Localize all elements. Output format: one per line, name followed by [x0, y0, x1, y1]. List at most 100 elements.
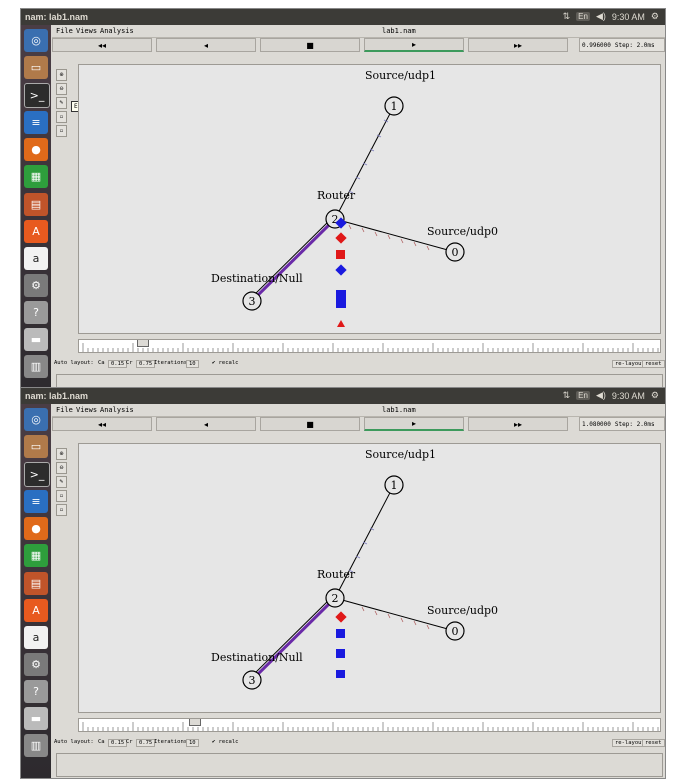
drive-icon[interactable]: ▬ — [24, 328, 48, 351]
zoom-out-icon[interactable]: ⊖ — [56, 462, 67, 474]
trash-icon[interactable]: ▥ — [24, 355, 48, 378]
drive-icon[interactable]: ▬ — [24, 707, 48, 730]
software-center-icon[interactable]: A — [24, 599, 48, 622]
dash-icon[interactable]: ◎ — [24, 408, 48, 431]
reset-button[interactable]: reset — [642, 360, 665, 368]
zoom-in-icon[interactable]: ⊕ — [56, 69, 67, 81]
select-icon[interactable]: ▫ — [56, 490, 67, 502]
cr-field[interactable]: 0.75 — [136, 739, 156, 747]
menu-file[interactable]: File — [56, 406, 73, 414]
stop-button[interactable]: ■ — [260, 417, 360, 431]
move-icon[interactable]: ▫ — [56, 504, 67, 516]
impress-icon[interactable]: ▤ — [24, 572, 48, 595]
recalc-checkbox[interactable]: ✔ recalc — [212, 739, 239, 745]
time-slider[interactable] — [189, 719, 201, 726]
firefox-icon[interactable]: ● — [24, 517, 48, 540]
fast-forward-button[interactable]: ▸▸ — [468, 417, 568, 431]
volume-icon[interactable]: ◀) — [596, 390, 606, 401]
menu-analysis[interactable]: Analysis — [100, 406, 134, 414]
move-icon[interactable]: ▫ — [56, 125, 67, 137]
label-destination-null: Destination/Null — [211, 651, 303, 664]
help-icon[interactable]: ? — [24, 301, 48, 324]
recalc-checkbox[interactable]: ✔ recalc — [212, 360, 239, 366]
step-back-button[interactable]: ◂ — [156, 417, 256, 431]
amazon-icon[interactable]: a — [24, 626, 48, 649]
files-icon[interactable]: ▭ — [24, 435, 48, 458]
settings-gear-icon[interactable]: ⚙ — [651, 390, 659, 401]
ca-field[interactable]: 0.15 — [108, 739, 128, 747]
cr-field[interactable]: 0.75 — [136, 360, 156, 368]
play-button[interactable]: ▸ — [364, 417, 464, 431]
launcher: ◎ ▭ >_ ≡ ● ▦ ▤ A a ⚙ ? ▬ ▥ — [21, 404, 51, 778]
writer-icon[interactable]: ≡ — [24, 111, 48, 134]
amazon-icon[interactable]: a — [24, 247, 48, 270]
calc-icon[interactable]: ▦ — [24, 544, 48, 567]
zoom-in-icon[interactable]: ⊕ — [56, 448, 67, 460]
step-value[interactable]: Step: 2.0ms — [615, 42, 655, 49]
network-icon[interactable]: ⇅ — [563, 11, 571, 22]
settings-gear-icon[interactable]: ⚙ — [651, 11, 659, 22]
stop-button[interactable]: ■ — [260, 38, 360, 52]
network-icon[interactable]: ⇅ — [563, 390, 571, 401]
iterations-label: Iterations — [154, 739, 188, 745]
annotation-panel[interactable] — [56, 753, 663, 777]
auto-layout-label: Auto layout: — [54, 360, 94, 366]
volume-icon[interactable]: ◀) — [596, 11, 606, 22]
iterations-label: Iterations — [154, 360, 188, 366]
menu-analysis[interactable]: Analysis — [100, 27, 134, 35]
edit-view-icon[interactable]: ✎ — [56, 97, 67, 109]
timeline[interactable] — [78, 339, 661, 353]
menu-file[interactable]: File — [56, 27, 73, 35]
menu-views[interactable]: Views — [76, 27, 97, 35]
clock[interactable]: 9:30 AM — [612, 391, 645, 401]
layout-bar: Auto layout: Ca 0.15 Cr 0.75 Iterations … — [52, 736, 665, 748]
label-source-udp0: Source/udp0 — [427, 604, 498, 617]
writer-icon[interactable]: ≡ — [24, 490, 48, 513]
nam-window: File Views Analysis lab1.nam ◂◂ ◂ ■ ▸ ▸▸… — [52, 25, 665, 399]
select-icon[interactable]: ▫ — [56, 111, 67, 123]
firefox-icon[interactable]: ● — [24, 138, 48, 161]
nam-window: File Views Analysis lab1.nam ◂◂ ◂ ■ ▸ ▸▸… — [52, 404, 665, 778]
ca-field[interactable]: 0.15 — [108, 360, 128, 368]
rewind-button[interactable]: ◂◂ — [52, 417, 152, 431]
help-icon[interactable]: ? — [24, 680, 48, 703]
keyboard-indicator[interactable]: En — [576, 391, 590, 400]
network-canvas[interactable]: 1 2 0 3 Source/udp1 Router Source/udp0 D… — [78, 443, 661, 713]
settings-icon[interactable]: ⚙ — [24, 274, 48, 297]
link-2-3-outline — [249, 216, 334, 300]
packet-blue — [336, 290, 346, 308]
fast-forward-button[interactable]: ▸▸ — [468, 38, 568, 52]
files-icon[interactable]: ▭ — [24, 56, 48, 79]
iterations-field[interactable]: 10 — [186, 360, 199, 368]
link-2-3 — [250, 596, 337, 682]
time-slider[interactable] — [137, 340, 149, 347]
edit-tools: ⊕ ⊖ ✎ ▫ ▫ — [56, 448, 68, 518]
calc-icon[interactable]: ▦ — [24, 165, 48, 188]
rewind-button[interactable]: ◂◂ — [52, 38, 152, 52]
network-canvas[interactable]: 1 2 0 3 Source/udp1 Router Source/udp0 D… — [78, 64, 661, 334]
system-tray: ⇅ En ◀) 9:30 AM ⚙ — [563, 390, 659, 401]
clock[interactable]: 9:30 AM — [612, 12, 645, 22]
settings-icon[interactable]: ⚙ — [24, 653, 48, 676]
step-value[interactable]: Step: 2.0ms — [615, 421, 655, 428]
impress-icon[interactable]: ▤ — [24, 193, 48, 216]
dash-icon[interactable]: ◎ — [24, 29, 48, 52]
play-button[interactable]: ▸ — [364, 38, 464, 52]
terminal-icon[interactable]: >_ — [24, 83, 50, 108]
reset-button[interactable]: reset — [642, 739, 665, 747]
software-center-icon[interactable]: A — [24, 220, 48, 243]
iterations-field[interactable]: 10 — [186, 739, 199, 747]
label-router: Router — [317, 568, 356, 581]
time-display: 0.996000 Step: 2.0ms — [579, 38, 665, 52]
terminal-icon[interactable]: >_ — [24, 462, 50, 487]
trash-icon[interactable]: ▥ — [24, 734, 48, 757]
menu-views[interactable]: Views — [76, 406, 97, 414]
label-destination-null: Destination/Null — [211, 272, 303, 285]
step-back-button[interactable]: ◂ — [156, 38, 256, 52]
timeline[interactable] — [78, 718, 661, 732]
time-display: 1.080000 Step: 2.0ms — [579, 417, 665, 431]
edit-view-icon[interactable]: ✎ — [56, 476, 67, 488]
zoom-out-icon[interactable]: ⊖ — [56, 83, 67, 95]
keyboard-indicator[interactable]: En — [576, 12, 590, 21]
label-router: Router — [317, 189, 356, 202]
